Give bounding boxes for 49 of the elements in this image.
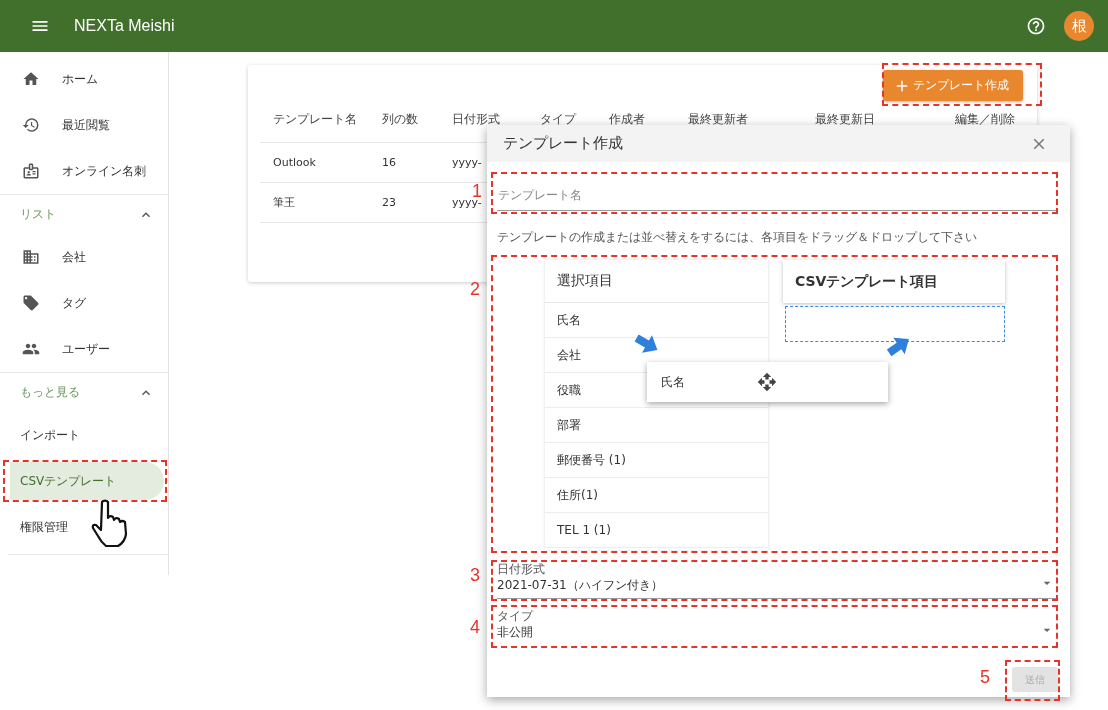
sidebar-item[interactable]: 権限管理 xyxy=(0,504,164,550)
column-header: 作成者 xyxy=(609,111,646,128)
list-item[interactable]: 郵便番号 (1) xyxy=(545,443,768,478)
sidebar-item[interactable]: インポート xyxy=(0,412,164,458)
step-number: 4 xyxy=(470,617,480,638)
step-number: 5 xyxy=(980,667,990,688)
table-cell-text: yyyy- xyxy=(452,156,483,169)
column-header: 最終更新者 xyxy=(688,111,749,128)
section-header[interactable]: もっと見る xyxy=(0,372,168,412)
sidebar-item[interactable]: 最近閲覧 xyxy=(0,102,164,148)
table-cell-text: 23 xyxy=(382,196,397,209)
step-number: 2 xyxy=(470,279,480,300)
column-header: テンプレート名 xyxy=(273,111,358,128)
hint-text: テンプレートの作成または並べ替えをするには、各項目をドラッグ＆ドロップして下さい xyxy=(497,229,978,246)
date-format-select[interactable]: 日付形式 2021-07-31（ハイフン付き） xyxy=(497,563,1057,599)
move-icon xyxy=(757,372,777,392)
step-number: 3 xyxy=(470,565,480,586)
list-item[interactable]: TEL 1 (1) xyxy=(545,513,768,548)
column-header: 最終更新日 xyxy=(815,111,876,128)
nav-icon xyxy=(22,162,40,180)
sidebar-item[interactable]: CSVテンプレート xyxy=(10,462,164,500)
highlight-frame xyxy=(1005,660,1060,701)
nav-icon xyxy=(22,116,40,134)
dialog-title: テンプレート作成 xyxy=(503,134,623,153)
column-header: 日付形式 xyxy=(452,111,501,128)
sidebar-item[interactable]: オンライン名刺 xyxy=(0,148,164,194)
column-header: タイプ xyxy=(540,111,578,128)
hand-cursor-icon xyxy=(90,498,130,548)
nav-icon xyxy=(22,294,40,312)
table-cell-text: 16 xyxy=(382,156,397,169)
sidebar-item[interactable]: タグ xyxy=(0,280,164,326)
list-title: 選択項目 xyxy=(545,260,768,303)
nav-icon xyxy=(22,248,40,266)
column-header: 列の数 xyxy=(382,111,419,128)
list-item[interactable]: 住所(1) xyxy=(545,478,768,513)
nav-icon xyxy=(22,70,40,88)
section-header[interactable]: リスト xyxy=(0,194,168,234)
list-item[interactable]: 部署 xyxy=(545,408,768,443)
sidebar-item[interactable]: 会社 xyxy=(0,234,164,280)
sidebar-item[interactable]: ユーザー xyxy=(0,326,164,372)
type-select[interactable]: タイプ 非公開 xyxy=(497,610,1057,646)
help-icon[interactable] xyxy=(1026,16,1046,36)
column-header: 編集／削除 xyxy=(955,111,1016,128)
table-cell-text: 筆王 xyxy=(273,195,296,210)
sidebar-item[interactable]: ホーム xyxy=(0,56,164,102)
list-title: CSVテンプレート項目 xyxy=(783,260,1005,303)
table-cell-text: Outlook xyxy=(273,156,317,169)
dragged-item-tooltip[interactable]: 氏名 xyxy=(647,362,888,402)
app-title: NEXTa Meishi xyxy=(74,17,176,35)
